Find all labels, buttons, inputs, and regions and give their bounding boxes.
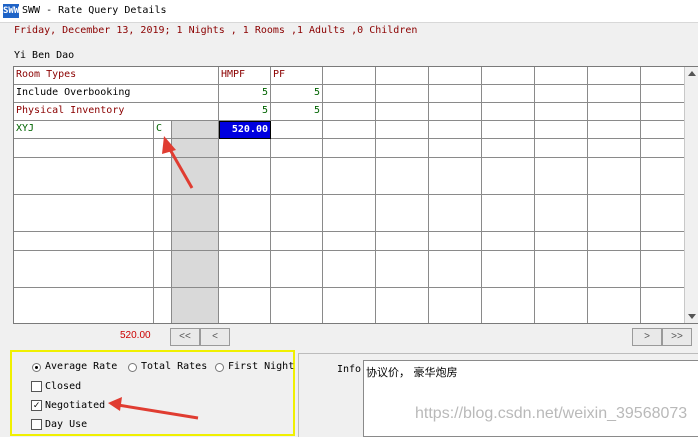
first-page-button[interactable]: << <box>170 328 200 346</box>
negotiated-checkbox[interactable]: ✓ <box>31 400 42 411</box>
info-textbox[interactable]: 协议价， 豪华炮房 <box>363 360 698 437</box>
day-use-label[interactable]: Day Use <box>45 419 87 430</box>
negotiated-label[interactable]: Negotiated <box>45 400 105 411</box>
rate-options-panel: Average Rate Total Rates First Night Clo… <box>10 350 295 436</box>
next-page-button[interactable]: > <box>632 328 662 346</box>
first-night-label[interactable]: First Night <box>228 361 294 372</box>
info-panel: Info 协议价， 豪华炮房 <box>298 353 698 437</box>
watermark: https://blog.csdn.net/weixin_39568073 <box>415 405 688 422</box>
day-use-checkbox[interactable] <box>31 419 42 430</box>
average-rate-radio[interactable] <box>32 363 41 372</box>
total-rates-label[interactable]: Total Rates <box>141 361 207 372</box>
info-label: Info <box>337 364 362 375</box>
first-night-radio[interactable] <box>215 363 224 372</box>
info-text[interactable]: 协议价， 豪华炮房 <box>366 364 458 380</box>
last-page-button[interactable]: >> <box>662 328 692 346</box>
total-amount: 520.00 <box>120 330 151 341</box>
closed-label[interactable]: Closed <box>45 381 81 392</box>
average-rate-label[interactable]: Average Rate <box>45 361 117 372</box>
closed-checkbox[interactable] <box>31 381 42 392</box>
total-rates-radio[interactable] <box>128 363 137 372</box>
prev-page-button[interactable]: < <box>200 328 230 346</box>
